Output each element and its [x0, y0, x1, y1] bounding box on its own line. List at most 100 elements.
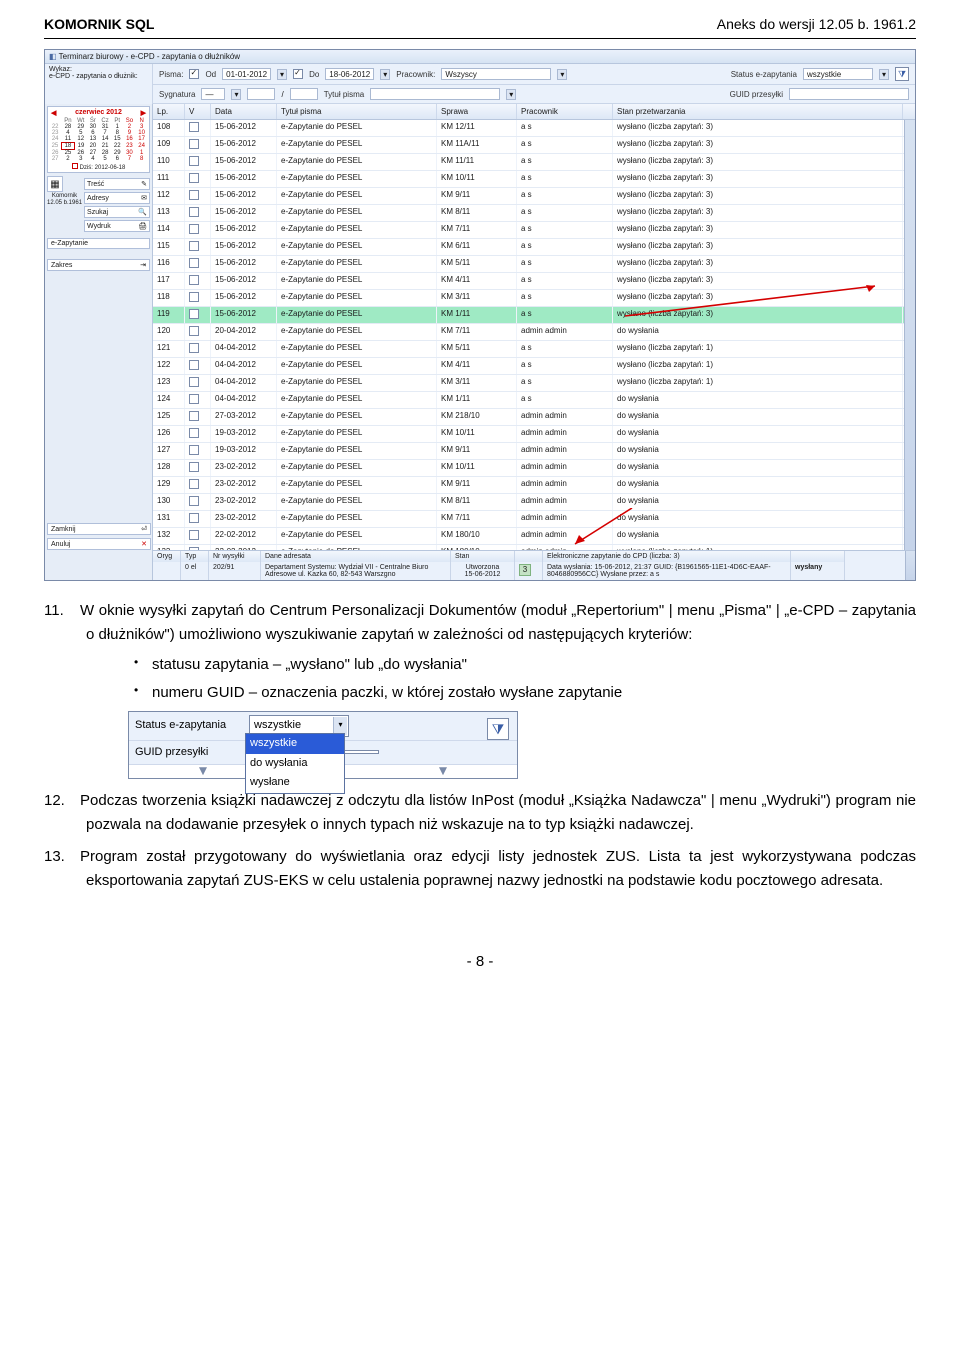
- row-checkbox[interactable]: [189, 156, 199, 166]
- dropdown-icon[interactable]: ▾: [879, 69, 889, 80]
- sygnatura-num2[interactable]: [290, 88, 318, 100]
- row-checkbox[interactable]: [189, 173, 199, 183]
- button-icon: ✎: [141, 180, 147, 188]
- table-row[interactable]: 13123-02-2012e-Zapytanie do PESELKM 7/11…: [153, 511, 915, 528]
- row-checkbox[interactable]: [189, 513, 199, 523]
- dropdown-icon[interactable]: ▾: [231, 89, 241, 100]
- column-header[interactable]: Tytuł pisma: [277, 104, 437, 119]
- table-row[interactable]: 12719-03-2012e-Zapytanie do PESELKM 9/11…: [153, 443, 915, 460]
- cal-prev-icon[interactable]: ◀: [51, 109, 56, 117]
- table-row[interactable]: 11815-06-2012e-Zapytanie do PESELKM 3/11…: [153, 290, 915, 307]
- table-row[interactable]: 12823-02-2012e-Zapytanie do PESELKM 10/1…: [153, 460, 915, 477]
- sygnatura-type[interactable]: —: [201, 88, 225, 100]
- column-header[interactable]: Lp.: [153, 104, 185, 119]
- zamknij-button[interactable]: Zamknij⏎: [47, 523, 151, 535]
- dropdown-option[interactable]: wysłane: [246, 773, 344, 793]
- table-row[interactable]: 12404-04-2012e-Zapytanie do PESELKM 1/11…: [153, 392, 915, 409]
- table-row[interactable]: 13222-02-2012e-Zapytanie do PESELKM 180/…: [153, 528, 915, 545]
- sidebar-szukaj-button[interactable]: Szukaj🔍: [84, 206, 150, 218]
- table-row[interactable]: 11015-06-2012e-Zapytanie do PESELKM 11/1…: [153, 154, 915, 171]
- status-select[interactable]: wszystkie: [803, 68, 873, 80]
- cal-next-icon[interactable]: ▶: [141, 109, 146, 117]
- mini-calendar[interactable]: ◀czerwiec 2012▶ PnWtŚrCzPtSoN22282930311…: [47, 106, 150, 173]
- table-row[interactable]: 12619-03-2012e-Zapytanie do PESELKM 10/1…: [153, 426, 915, 443]
- column-header[interactable]: Pracownik: [517, 104, 613, 119]
- table-row[interactable]: 10815-06-2012e-Zapytanie do PESELKM 12/1…: [153, 120, 915, 137]
- row-checkbox[interactable]: [189, 462, 199, 472]
- dropdown-option[interactable]: do wysłania: [246, 754, 344, 774]
- dropdown-icon[interactable]: ▾: [380, 69, 390, 80]
- dropdown-icon[interactable]: ▾: [277, 69, 287, 80]
- row-checkbox[interactable]: [189, 207, 199, 217]
- table-row[interactable]: 11315-06-2012e-Zapytanie do PESELKM 8/11…: [153, 205, 915, 222]
- scrollbar[interactable]: [905, 551, 915, 580]
- column-header[interactable]: Stan przetwarzania: [613, 104, 903, 119]
- table-row[interactable]: 12204-04-2012e-Zapytanie do PESELKM 4/11…: [153, 358, 915, 375]
- row-checkbox[interactable]: [189, 258, 199, 268]
- row-checkbox[interactable]: [189, 292, 199, 302]
- table-row[interactable]: 12020-04-2012e-Zapytanie do PESELKM 7/11…: [153, 324, 915, 341]
- table-row[interactable]: 12923-02-2012e-Zapytanie do PESELKM 9/11…: [153, 477, 915, 494]
- checkbox-do[interactable]: [293, 69, 303, 79]
- table-row[interactable]: 10915-06-2012e-Zapytanie do PESELKM 11A/…: [153, 137, 915, 154]
- row-checkbox[interactable]: [189, 428, 199, 438]
- row-checkbox[interactable]: [189, 326, 199, 336]
- row-checkbox[interactable]: [189, 411, 199, 421]
- row-checkbox[interactable]: [189, 343, 199, 353]
- table-row[interactable]: 11915-06-2012e-Zapytanie do PESELKM 1/11…: [153, 307, 915, 324]
- table-row[interactable]: 11715-06-2012e-Zapytanie do PESELKM 4/11…: [153, 273, 915, 290]
- column-header[interactable]: Data: [211, 104, 277, 119]
- zakres-button[interactable]: Zakres⇥: [47, 259, 150, 271]
- status-dropdown[interactable]: wszystkie do wysłania wysłane: [245, 733, 345, 794]
- row-checkbox[interactable]: [189, 224, 199, 234]
- sidebar-adresy-button[interactable]: Adresy✉: [84, 192, 150, 204]
- dropdown-icon[interactable]: ▾: [506, 89, 516, 100]
- pracownik-select[interactable]: Wszyscy: [441, 68, 551, 80]
- row-checkbox[interactable]: [189, 360, 199, 370]
- table-row[interactable]: 11515-06-2012e-Zapytanie do PESELKM 6/11…: [153, 239, 915, 256]
- detail-panel: OrygTypNr wysyłkiDane adresataStanElektr…: [153, 550, 915, 580]
- filter-icon[interactable]: ⧩: [487, 718, 509, 740]
- table-row[interactable]: 11615-06-2012e-Zapytanie do PESELKM 5/11…: [153, 256, 915, 273]
- date-from[interactable]: 01-01-2012: [222, 68, 271, 80]
- table-row[interactable]: 12104-04-2012e-Zapytanie do PESELKM 5/11…: [153, 341, 915, 358]
- table-row[interactable]: 12304-04-2012e-Zapytanie do PESELKM 3/11…: [153, 375, 915, 392]
- row-checkbox[interactable]: [189, 496, 199, 506]
- table-row[interactable]: 12527-03-2012e-Zapytanie do PESELKM 218/…: [153, 409, 915, 426]
- date-to[interactable]: 18-06-2012: [325, 68, 374, 80]
- checkbox-od[interactable]: [189, 69, 199, 79]
- sidebar-wydruk-button[interactable]: Wydruk🖨: [84, 220, 150, 232]
- row-checkbox[interactable]: [189, 377, 199, 387]
- row-checkbox[interactable]: [189, 275, 199, 285]
- row-checkbox[interactable]: [189, 190, 199, 200]
- ezapytanie-button[interactable]: e-Zapytanie: [47, 238, 150, 249]
- table-row[interactable]: 11415-06-2012e-Zapytanie do PESELKM 7/11…: [153, 222, 915, 239]
- row-checkbox[interactable]: [189, 139, 199, 149]
- column-header[interactable]: V: [185, 104, 211, 119]
- row-checkbox[interactable]: [189, 530, 199, 540]
- filter-icon[interactable]: ⧩: [895, 67, 909, 81]
- row-checkbox[interactable]: [189, 122, 199, 132]
- dropdown-option[interactable]: wszystkie: [246, 734, 344, 754]
- row-checkbox[interactable]: [189, 547, 199, 550]
- column-header[interactable]: Sprawa: [437, 104, 517, 119]
- row-checkbox[interactable]: [189, 309, 199, 319]
- row-checkbox[interactable]: [189, 241, 199, 251]
- row-checkbox[interactable]: [189, 479, 199, 489]
- table-row[interactable]: 11215-06-2012e-Zapytanie do PESELKM 9/11…: [153, 188, 915, 205]
- tytul-select[interactable]: [370, 88, 500, 100]
- dropdown-icon[interactable]: ▾: [557, 69, 567, 80]
- table-row[interactable]: 13322-02-2012e-Zapytanie do PESELKM 180/…: [153, 545, 915, 550]
- anuluj-button[interactable]: Anuluj✕: [47, 538, 151, 550]
- dropdown-icon[interactable]: ▾: [333, 717, 347, 735]
- calendar-grid[interactable]: PnWtŚrCzPtSoN222829303112323456789102411…: [49, 118, 148, 162]
- table-row[interactable]: 11115-06-2012e-Zapytanie do PESELKM 10/1…: [153, 171, 915, 188]
- guid-input[interactable]: [789, 88, 909, 100]
- sygnatura-num1[interactable]: [247, 88, 275, 100]
- wykaz-label: Wykaz: e-CPD - zapytania o dłużnik:: [45, 64, 153, 104]
- table-row[interactable]: 13023-02-2012e-Zapytanie do PESELKM 8/11…: [153, 494, 915, 511]
- row-checkbox[interactable]: [189, 394, 199, 404]
- sidebar-treść-button[interactable]: Treść✎: [84, 178, 150, 190]
- row-checkbox[interactable]: [189, 445, 199, 455]
- grid-header[interactable]: Lp.VDataTytuł pismaSprawaPracownikStan p…: [153, 104, 915, 120]
